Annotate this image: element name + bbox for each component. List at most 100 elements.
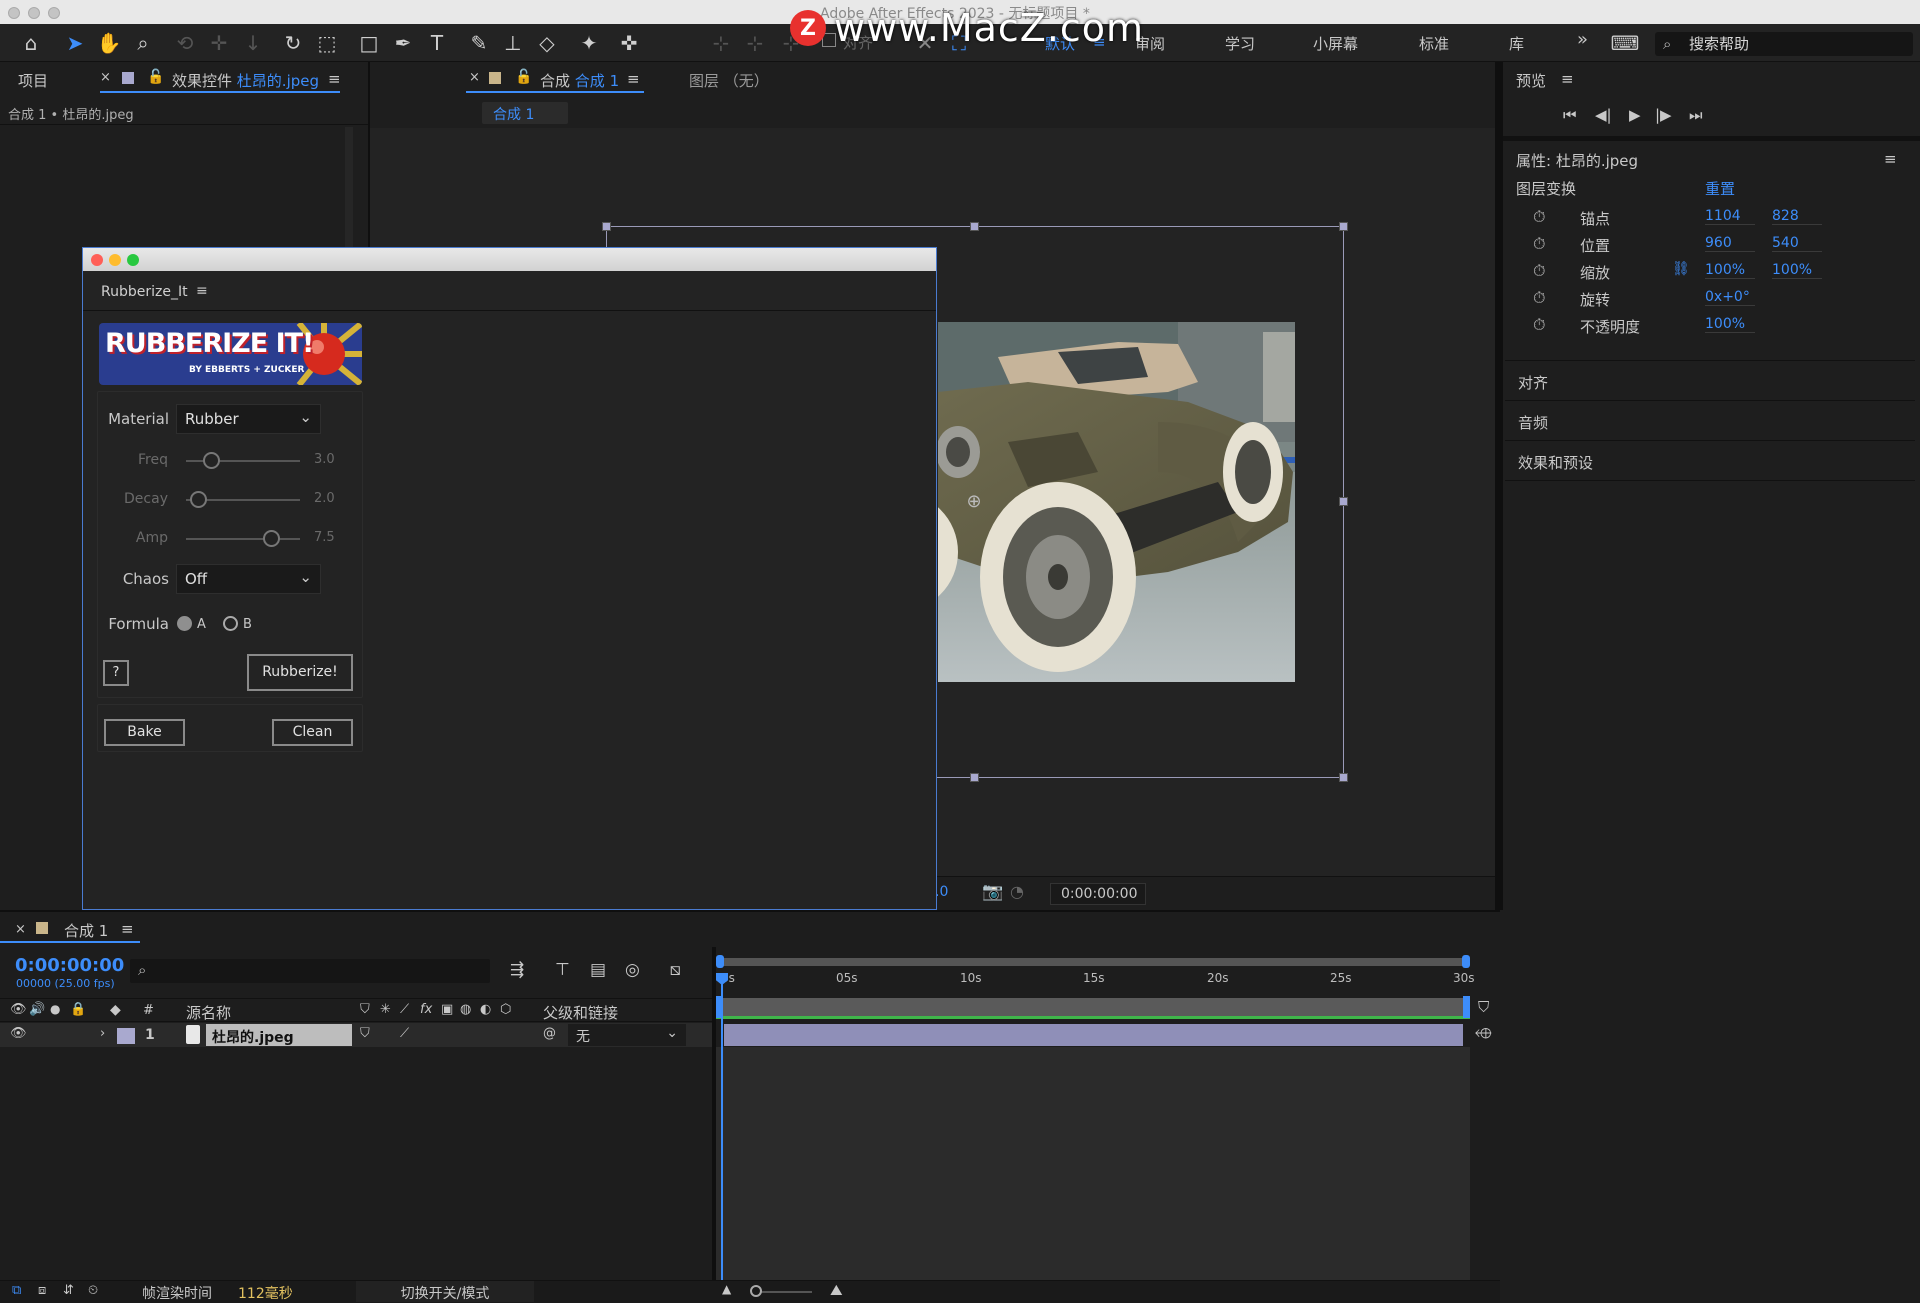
timeline-timecode[interactable]: 0:00:00:00 [15,955,124,976]
motion-blur-icon[interactable]: ◎ [625,960,640,980]
dolly-camera-icon[interactable]: ↓ [238,28,268,58]
decay-slider-knob[interactable] [190,491,207,508]
text-tool-icon[interactable]: T [422,28,452,58]
tab-composition[interactable]: 合成 合成 1 [540,70,619,91]
anchor-tool-icon[interactable]: ⬚ [312,28,342,58]
property-value-x[interactable]: 960 [1705,235,1755,252]
layer-name[interactable]: 杜昂的.jpeg [206,1024,352,1046]
section-audio[interactable]: 音频 [1505,400,1915,440]
workspace-learn[interactable]: 学习 [1225,33,1255,54]
tab-project[interactable]: 项目 [18,70,48,91]
pickwhip-icon[interactable]: @ [543,1026,556,1041]
anchor-point-icon[interactable]: ⊕ [964,492,984,512]
transform-handle-bc[interactable] [970,773,979,782]
bake-button[interactable]: Bake [104,719,185,746]
property-value-y[interactable]: 540 [1772,235,1822,252]
effects-switch-icon[interactable]: fx [420,1002,432,1017]
brush-tool-icon[interactable]: ✎ [464,28,494,58]
zoom-tool-icon[interactable]: ⌕ [128,28,158,58]
help-button[interactable]: ? [103,660,129,686]
transform-handle-tl[interactable] [602,222,611,231]
tab-effects-controls[interactable]: 效果控件 杜昂的.jpeg [172,70,319,91]
transform-handle-tc[interactable] [970,222,979,231]
comp-marker-icon[interactable]: ⛉ [1478,998,1489,1016]
plugin-close-button[interactable] [91,254,103,266]
pan-camera-icon[interactable]: ✛ [204,28,234,58]
transform-handle-br[interactable] [1339,773,1348,782]
work-area-bar[interactable] [716,998,1470,1016]
property-value-y[interactable]: 828 [1772,208,1822,225]
material-dropdown[interactable]: Rubber ⌄ [176,404,321,434]
navigator-end-handle[interactable] [1462,955,1470,968]
audio-switch-icon[interactable]: 🔊 [29,1002,45,1017]
col-source-name[interactable]: 源名称 [186,1002,231,1023]
timeline-menu-icon[interactable]: ≡ [121,920,134,938]
stopwatch-icon[interactable]: ⏱ [1533,207,1545,227]
rotate-tool-icon[interactable]: ↻ [278,28,308,58]
clean-button[interactable]: Clean [272,719,353,746]
render-time-icon[interactable]: ⏲ [88,1283,98,1298]
timeline-search-input[interactable]: ⌕ [130,959,490,983]
lock-icon[interactable]: 🔓 [147,69,164,85]
transform-handle-mr[interactable] [1339,497,1348,506]
panel-menu-icon[interactable]: ≡ [328,70,341,88]
layer-end-icon[interactable]: ⬲ [1475,1024,1492,1042]
adjustment-switch-icon[interactable]: ◐ [480,1002,491,1017]
more-workspaces-button[interactable]: » [1577,29,1588,50]
axis-local-icon[interactable]: ⊹ [706,28,736,58]
previous-frame-icon[interactable]: ◀| [1595,106,1612,124]
navigator-start-handle[interactable] [716,955,724,968]
3d-layer-switch-icon[interactable]: ⬡ [500,1002,511,1017]
close-timeline-tab-icon[interactable]: × [15,922,26,937]
layer-expand-icon[interactable]: › [100,1026,105,1041]
graph-editor-icon[interactable]: ⧅ [670,960,681,980]
layer-quality-icon[interactable]: ⟋ [400,1026,409,1041]
section-align[interactable]: 对齐 [1505,360,1915,400]
orbit-camera-icon[interactable]: ⟲ [170,28,200,58]
parent-dropdown[interactable]: 无 ⌄ [568,1024,686,1046]
layer-duration-bar[interactable] [724,1024,1463,1046]
zoom-out-icon[interactable]: ▲ [722,1282,731,1296]
property-value-x[interactable]: 100% [1705,262,1755,279]
quality-switch-icon[interactable]: ⟋ [400,1002,409,1017]
stopwatch-icon[interactable]: ⏱ [1533,234,1545,254]
plugin-minimize-button[interactable] [109,254,121,266]
last-frame-icon[interactable]: ⏭ [1689,106,1703,124]
plugin-title-bar[interactable] [83,248,936,271]
close-tab-icon[interactable]: × [100,70,111,85]
close-window-button[interactable] [8,7,20,19]
reset-button[interactable]: 重置 [1705,178,1735,199]
workspace-standard[interactable]: 标准 [1419,33,1449,54]
layer-shy-icon[interactable]: ⛉ [360,1026,370,1041]
amp-slider-track[interactable] [186,538,300,540]
selection-tool-icon[interactable]: ➤ [60,28,90,58]
in-out-icon[interactable]: ⇵ [63,1283,74,1298]
shy-switch-icon[interactable]: ⛉ [360,1002,370,1017]
plugin-menu-icon[interactable]: ≡ [196,283,208,299]
collapse-switch-icon[interactable]: ✳ [380,1002,391,1017]
puppet-pin-tool-icon[interactable]: ✜ [614,28,644,58]
stopwatch-icon[interactable]: ⏱ [1533,315,1545,335]
zoom-slider-knob[interactable] [750,1285,762,1297]
draft-3d-icon[interactable]: ⊤ [555,960,570,980]
layer-switches-icon[interactable]: ⧉ [12,1283,21,1298]
frame-blend-switch-icon[interactable]: ▣ [441,1002,453,1017]
home-icon[interactable]: ⌂ [16,28,46,58]
rubberize-button[interactable]: Rubberize! [247,654,353,691]
property-value-x[interactable]: 1104 [1705,208,1755,225]
amp-slider-knob[interactable] [263,530,280,547]
rectangle-tool-icon[interactable]: □ [354,28,384,58]
transform-handle-tr[interactable] [1339,222,1348,231]
snapshot-camera-icon[interactable]: 📷 [982,882,1003,902]
comp-subtab[interactable]: 合成 1 [482,102,568,124]
solo-switch-icon[interactable]: ● [50,1002,60,1016]
axis-world-icon[interactable]: ⊹ [740,28,770,58]
workspace-libraries[interactable]: 库 [1509,33,1524,54]
work-area-end[interactable] [1463,996,1470,1018]
layer-visibility-icon[interactable]: 👁 [10,1026,27,1041]
property-value[interactable]: 0x+0° [1705,289,1755,306]
motion-blur-switch-icon[interactable]: ◍ [460,1002,471,1017]
zoom-window-button[interactable] [48,7,60,19]
comp-panel-menu-icon[interactable]: ≡ [627,70,640,88]
stopwatch-icon[interactable]: ⏱ [1533,288,1545,308]
